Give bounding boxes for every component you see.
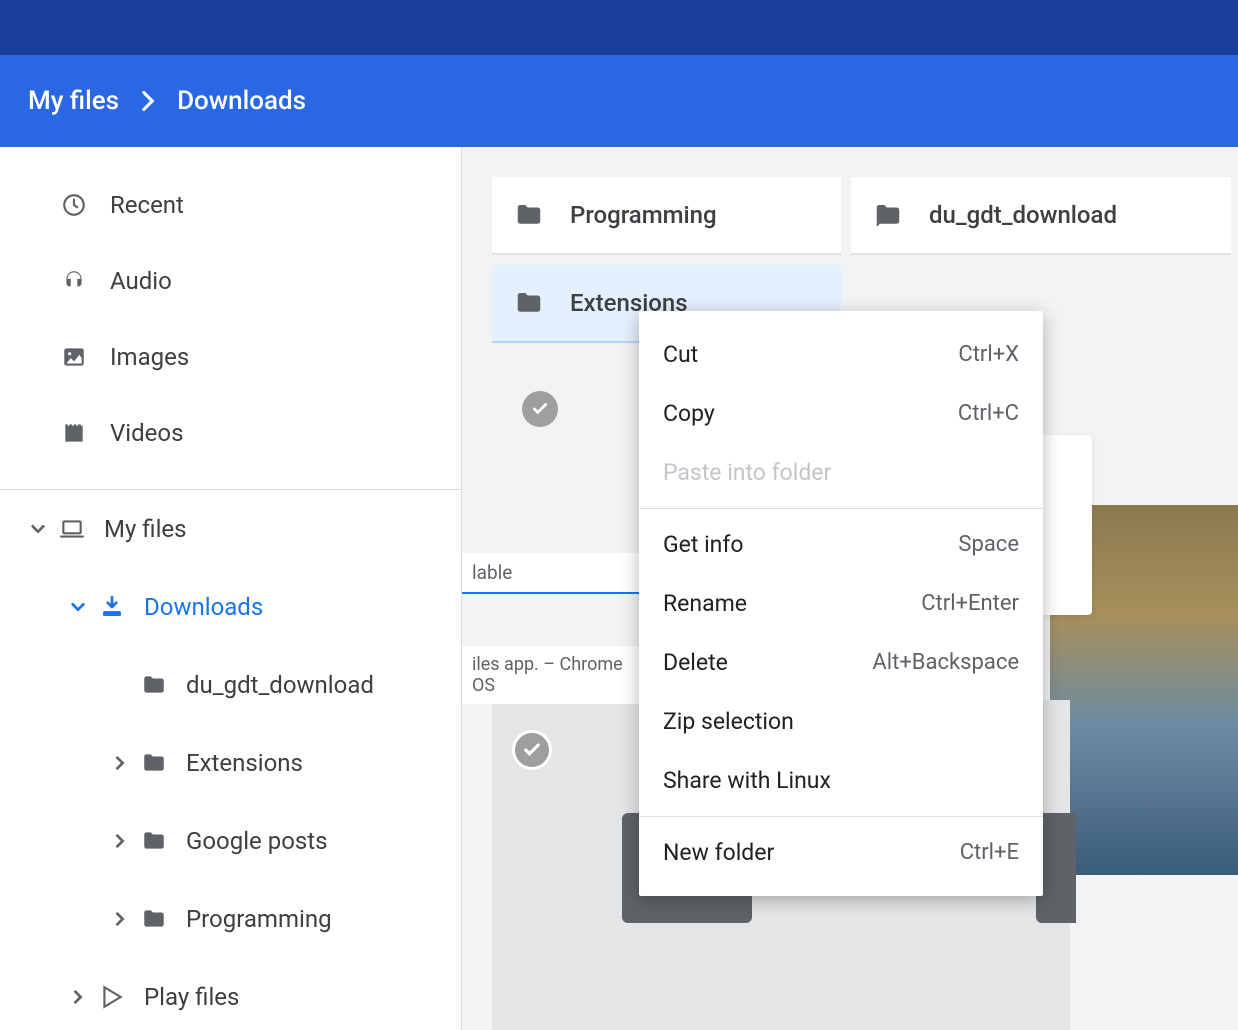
chevron-right-icon: [141, 91, 155, 111]
sidebar: Recent Audio Images Videos: [0, 147, 462, 1030]
menu-item-label: Share with Linux: [663, 767, 831, 794]
folder-icon: [140, 671, 168, 699]
play-store-icon: [98, 983, 126, 1011]
folder-icon: [514, 288, 544, 318]
chevron-right-icon[interactable]: [100, 755, 140, 771]
menu-separator: [639, 508, 1043, 509]
sidebar-item-images[interactable]: Images: [0, 319, 461, 395]
images-icon: [60, 343, 88, 371]
tree-item-downloads[interactable]: Downloads: [0, 568, 461, 646]
menu-item-label: Zip selection: [663, 708, 794, 735]
content-area: ≡ Programming du_gd: [462, 147, 1238, 1030]
tree-item-programming[interactable]: Programming: [0, 880, 461, 958]
partial-text: iles app. – Chrome OS: [462, 646, 642, 704]
clock-icon: [60, 191, 88, 219]
menu-item-new-folder[interactable]: New folder Ctrl+E: [639, 823, 1043, 882]
folder-tile-label: Programming: [570, 201, 717, 229]
tree-item-google-posts[interactable]: Google posts: [0, 802, 461, 880]
breadcrumb: My files Downloads: [0, 55, 1238, 147]
tree-item-my-files[interactable]: My files: [0, 490, 461, 568]
menu-item-label: Delete: [663, 649, 728, 676]
folder-icon: [140, 905, 168, 933]
sidebar-item-label: Videos: [110, 419, 183, 447]
sidebar-item-label: Audio: [110, 267, 172, 295]
chevron-right-icon[interactable]: [58, 989, 98, 1005]
menu-item-get-info[interactable]: Get info Space: [639, 515, 1043, 574]
menu-separator: [639, 816, 1043, 817]
sidebar-item-label: Images: [110, 343, 189, 371]
menu-item-label: Paste into folder: [663, 459, 831, 486]
menu-item-delete[interactable]: Delete Alt+Backspace: [639, 633, 1043, 692]
tree-item-label: Google posts: [186, 827, 328, 855]
tree-item-label: Extensions: [186, 749, 303, 777]
chevron-right-icon[interactable]: [100, 833, 140, 849]
sidebar-item-audio[interactable]: Audio: [0, 243, 461, 319]
breadcrumb-current[interactable]: Downloads: [177, 86, 306, 116]
context-menu: Cut Ctrl+X Copy Ctrl+C Paste into folder…: [639, 311, 1043, 896]
folder-icon: [514, 200, 544, 230]
overlay-panel: [1040, 435, 1092, 615]
tree-item-label: Downloads: [144, 593, 263, 621]
chevron-down-icon[interactable]: [58, 599, 98, 615]
tree-item-label: My files: [104, 515, 187, 543]
sidebar-item-recent[interactable]: Recent: [0, 167, 461, 243]
partial-text: lable: [462, 553, 642, 594]
tree-item-extensions[interactable]: Extensions: [0, 724, 461, 802]
tree-item-label: Play files: [144, 983, 239, 1011]
audio-icon: [60, 267, 88, 295]
videos-icon: [60, 419, 88, 447]
folder-tile-programming[interactable]: Programming: [492, 177, 841, 255]
menu-item-shortcut: Ctrl+X: [958, 342, 1019, 367]
tree-item-label: du_gdt_download: [186, 671, 374, 699]
folder-icon: [873, 200, 903, 230]
menu-item-shortcut: Ctrl+Enter: [921, 591, 1019, 616]
menu-item-shortcut: Space: [958, 532, 1019, 557]
menu-item-label: Copy: [663, 400, 715, 427]
menu-item-cut[interactable]: Cut Ctrl+X: [639, 325, 1043, 384]
tree-item-label: Programming: [186, 905, 332, 933]
laptop-icon: [58, 515, 86, 543]
chevron-right-icon[interactable]: [100, 911, 140, 927]
menu-item-zip-selection[interactable]: Zip selection: [639, 692, 1043, 751]
window-titlebar: [0, 0, 1238, 55]
breadcrumb-root[interactable]: My files: [28, 86, 119, 116]
menu-item-share-with-linux[interactable]: Share with Linux: [639, 751, 1043, 810]
checkmark-badge-icon: [522, 391, 558, 427]
tree-item-du-gdt-download[interactable]: du_gdt_download: [0, 646, 461, 724]
menu-item-shortcut: Ctrl+C: [958, 401, 1019, 426]
menu-item-label: New folder: [663, 839, 774, 866]
download-icon: [98, 593, 126, 621]
menu-item-paste-into-folder: Paste into folder: [639, 443, 1043, 502]
menu-item-shortcut: Ctrl+E: [960, 840, 1019, 865]
sidebar-item-label: Recent: [110, 191, 184, 219]
folder-tile-du-gdt-download[interactable]: du_gdt_download: [851, 177, 1231, 255]
partial-obscured-content: lable iles app. – Chrome OS: [462, 553, 642, 704]
sidebar-item-videos[interactable]: Videos: [0, 395, 461, 471]
folder-tile-label: du_gdt_download: [929, 201, 1117, 229]
menu-item-label: Cut: [663, 341, 698, 368]
folder-icon: [140, 749, 168, 777]
menu-item-label: Get info: [663, 531, 744, 558]
folder-icon: [140, 827, 168, 855]
menu-item-copy[interactable]: Copy Ctrl+C: [639, 384, 1043, 443]
chevron-down-icon[interactable]: [18, 521, 58, 537]
menu-item-rename[interactable]: Rename Ctrl+Enter: [639, 574, 1043, 633]
checkmark-badge-icon: [512, 730, 552, 770]
menu-item-label: Rename: [663, 590, 747, 617]
tree-item-play-files[interactable]: Play files: [0, 958, 461, 1030]
menu-item-shortcut: Alt+Backspace: [872, 650, 1019, 675]
